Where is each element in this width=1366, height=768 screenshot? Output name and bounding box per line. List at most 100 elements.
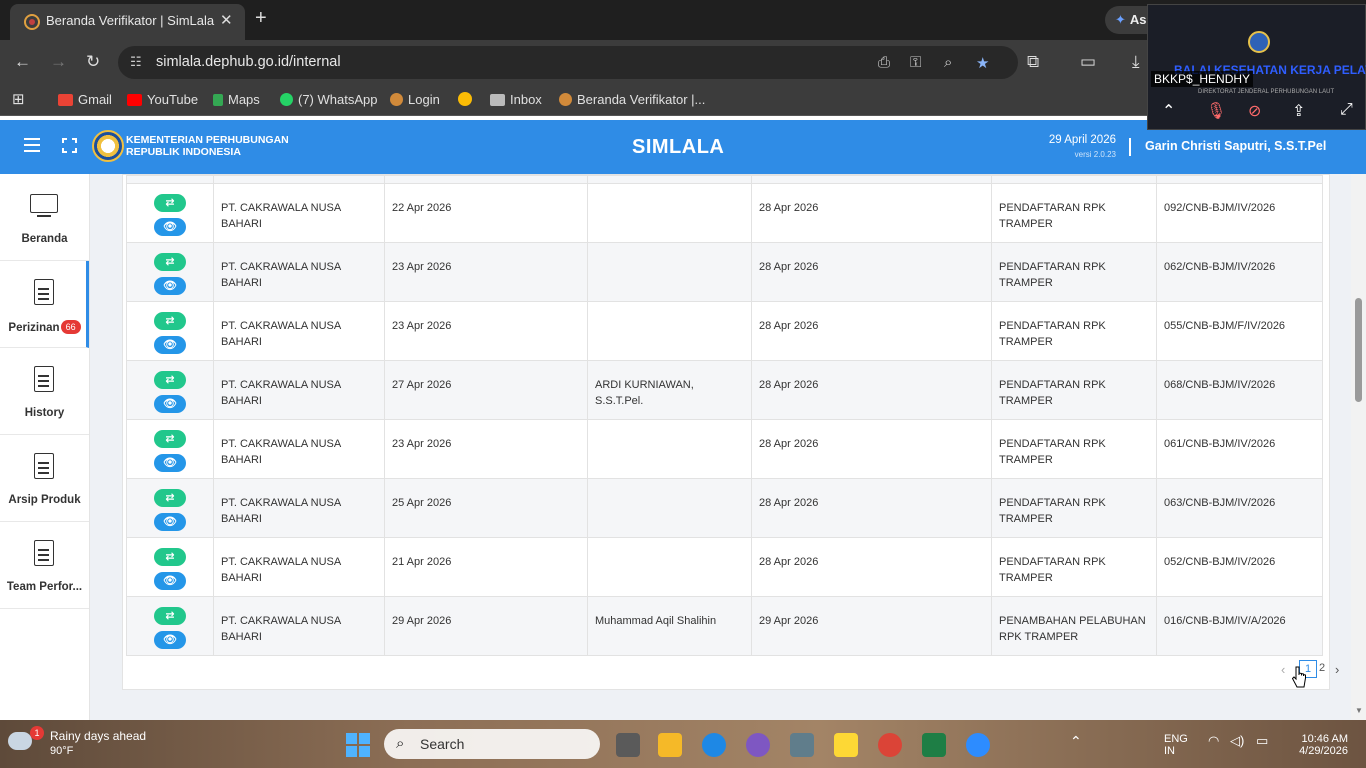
submitted-date-cell: 22 Apr 2026 <box>384 183 588 243</box>
menu-hamburger-icon[interactable] <box>24 138 40 152</box>
process-button[interactable]: ⇄ <box>154 253 186 271</box>
permit-type-cell: PENDAFTARAN RPK TRAMPER <box>991 301 1157 361</box>
process-button[interactable]: ⇄ <box>154 430 186 448</box>
battery-icon[interactable]: ▭ <box>1256 733 1268 749</box>
actions-cell: ⇄ 👁 <box>126 478 214 538</box>
new-tab-button[interactable]: + <box>255 8 267 28</box>
bookmark-photos[interactable] <box>458 92 477 107</box>
header-date: 29 April 2026 <box>1048 134 1116 146</box>
view-eye-button[interactable]: 👁 <box>154 513 186 531</box>
document-icon <box>34 279 54 305</box>
user-name[interactable]: Garin Christi Saputri, S.S.T.Pel <box>1145 139 1326 153</box>
document-number-cell: 062/CNB-BJM/IV/2026 <box>1156 242 1323 302</box>
camera-off-icon[interactable]: ⊘ <box>1248 101 1261 121</box>
sidebar-item-label: Arsip Produk <box>8 494 81 506</box>
view-eye-button[interactable]: 👁 <box>154 218 186 236</box>
bookmark-gmail[interactable]: Gmail <box>58 92 112 107</box>
table-row[interactable]: ⇄ 👁 PT. CAKRAWALA NUSA BAHARI 23 Apr 2026 28… <box>126 419 1323 479</box>
windows-start-icon[interactable] <box>346 733 370 757</box>
process-button[interactable]: ⇄ <box>154 371 186 389</box>
view-eye-button[interactable]: 👁 <box>154 277 186 295</box>
table-row[interactable]: ⇄ 👁 PT. CAKRAWALA NUSA BAHARI 25 Apr 2026 28… <box>126 478 1323 538</box>
site-info-icon[interactable]: ☷ <box>130 54 146 70</box>
apps-grid-icon[interactable]: ⊞ <box>12 90 25 108</box>
view-eye-button[interactable]: 👁 <box>154 454 186 472</box>
next-page-button[interactable]: › <box>1335 662 1339 677</box>
bookmark-login[interactable]: Login <box>390 92 440 107</box>
scrollbar-thumb[interactable] <box>1355 298 1362 402</box>
table-row[interactable]: ⇄ 👁 PT. CAKRAWALA NUSA BAHARI 21 Apr 2026 28… <box>126 537 1323 597</box>
view-eye-button[interactable]: 👁 <box>154 336 186 354</box>
language-indicator[interactable]: ENG IN <box>1164 733 1188 757</box>
expand-icon[interactable]: ⤢ <box>1340 101 1353 119</box>
document-icon <box>34 540 54 566</box>
table-row[interactable]: ⇄ 👁 PT. CAKRAWALA NUSA BAHARI 27 Apr 2026 AR… <box>126 360 1323 420</box>
bookmark-inbox[interactable]: Inbox <box>490 92 542 107</box>
cast-icon[interactable]: ▭ <box>1080 52 1096 72</box>
weather-title[interactable]: Rainy days ahead <box>50 729 146 743</box>
browser-tab-active[interactable]: Beranda Verifikator | SimLala ✕ <box>10 4 245 40</box>
reload-icon[interactable]: ↻ <box>86 52 100 72</box>
fullscreen-icon[interactable] <box>61 137 78 154</box>
page-2-button[interactable]: 2 <box>1319 662 1325 674</box>
table-row[interactable]: ⇄ 👁 PT. CAKRAWALA NUSA BAHARI 22 Apr 2026 28… <box>126 183 1323 243</box>
sidebar-item-arsip-produk[interactable]: Arsip Produk <box>0 435 89 522</box>
sticky-notes-icon[interactable] <box>834 733 858 757</box>
process-button[interactable]: ⇄ <box>154 489 186 507</box>
forward-arrow-icon[interactable]: → <box>50 52 67 72</box>
task-view-icon[interactable] <box>616 733 640 757</box>
download-icon[interactable]: ⤓ <box>1132 52 1140 72</box>
process-date-cell: 28 Apr 2026 <box>751 301 992 361</box>
volume-icon[interactable]: ◁) <box>1230 733 1244 749</box>
table-row[interactable]: ⇄ 👁 PT. CAKRAWALA NUSA BAHARI 23 Apr 2026 28… <box>126 242 1323 302</box>
document-icon <box>34 366 54 392</box>
taskbar-search[interactable]: ⌕ Search <box>384 729 600 759</box>
chevron-up-icon[interactable]: ⌃ <box>1162 101 1175 121</box>
scroll-down-arrow-icon[interactable]: ▼ <box>1355 706 1363 715</box>
extensions-icon[interactable]: ⧉ <box>1027 52 1039 72</box>
clock[interactable]: 10:46 AM 4/29/2026 <box>1290 733 1348 757</box>
back-arrow-icon[interactable]: ← <box>14 52 31 72</box>
process-date-cell: 28 Apr 2026 <box>751 537 992 597</box>
chevron-up-icon[interactable]: ⌃ <box>1070 733 1082 750</box>
zoom-app-icon[interactable] <box>966 733 990 757</box>
bookmark-maps[interactable]: Maps <box>213 92 260 107</box>
chrome-browser-icon[interactable] <box>878 733 902 757</box>
sidebar-item-history[interactable]: History <box>0 348 89 435</box>
sidebar-item-team-performance[interactable]: Team Perfor... <box>0 522 89 609</box>
bookmark-youtube[interactable]: YouTube <box>127 92 198 107</box>
video-call-overlay[interactable]: BALAI KESEHATAN KERJA PELAYARAN DIREKTOR… <box>1147 4 1366 130</box>
document-number-cell: 092/CNB-BJM/IV/2026 <box>1156 183 1323 243</box>
bookmark-beranda-verifikator[interactable]: Beranda Verifikator |... <box>559 92 705 107</box>
process-button[interactable]: ⇄ <box>154 194 186 212</box>
password-key-icon[interactable]: ⚿ <box>910 54 921 71</box>
prev-page-button[interactable]: ‹ <box>1281 662 1285 677</box>
microphone-off-icon[interactable]: 🎙 <box>1206 101 1226 121</box>
sidebar-item-beranda[interactable]: Beranda <box>0 174 89 261</box>
file-explorer-icon[interactable] <box>658 733 682 757</box>
process-button[interactable]: ⇄ <box>154 312 186 330</box>
page-scrollbar[interactable]: ▼ <box>1351 174 1366 720</box>
process-button[interactable]: ⇄ <box>154 548 186 566</box>
camera-app-icon[interactable] <box>790 733 814 757</box>
edge-browser-icon[interactable] <box>702 733 726 757</box>
install-app-icon[interactable]: ⎙ <box>878 54 890 71</box>
process-button[interactable]: ⇄ <box>154 607 186 625</box>
address-bar[interactable]: ☷ simlala.dephub.go.id/internal ⎙ ⚿ ⌕ ★ <box>118 46 1018 79</box>
excel-icon[interactable] <box>922 733 946 757</box>
bookmark-whatsapp[interactable]: (7) WhatsApp <box>280 92 377 107</box>
tab-close-icon[interactable]: ✕ <box>220 11 233 29</box>
table-row[interactable]: ⇄ 👁 PT. CAKRAWALA NUSA BAHARI 23 Apr 2026 28… <box>126 301 1323 361</box>
wifi-icon[interactable]: ◠ <box>1208 733 1219 749</box>
share-screen-icon[interactable]: ⇪ <box>1292 101 1305 121</box>
table-row[interactable]: ⇄ 👁 PT. CAKRAWALA NUSA BAHARI 29 Apr 2026 Mu… <box>126 596 1323 656</box>
sidebar-item-perizinan[interactable]: Perizinan 66 <box>0 261 89 348</box>
ministry-name: KEMENTERIAN PERHUBUNGAN REPUBLIK INDONES… <box>126 134 289 158</box>
view-eye-button[interactable]: 👁 <box>154 631 186 649</box>
view-eye-button[interactable]: 👁 <box>154 572 186 590</box>
view-eye-button[interactable]: 👁 <box>154 395 186 413</box>
weather-cloud-icon[interactable] <box>8 732 32 750</box>
bookmark-star-icon[interactable]: ★ <box>976 54 989 72</box>
zoom-icon[interactable]: ⌕ <box>944 54 952 71</box>
app-icon[interactable] <box>746 733 770 757</box>
